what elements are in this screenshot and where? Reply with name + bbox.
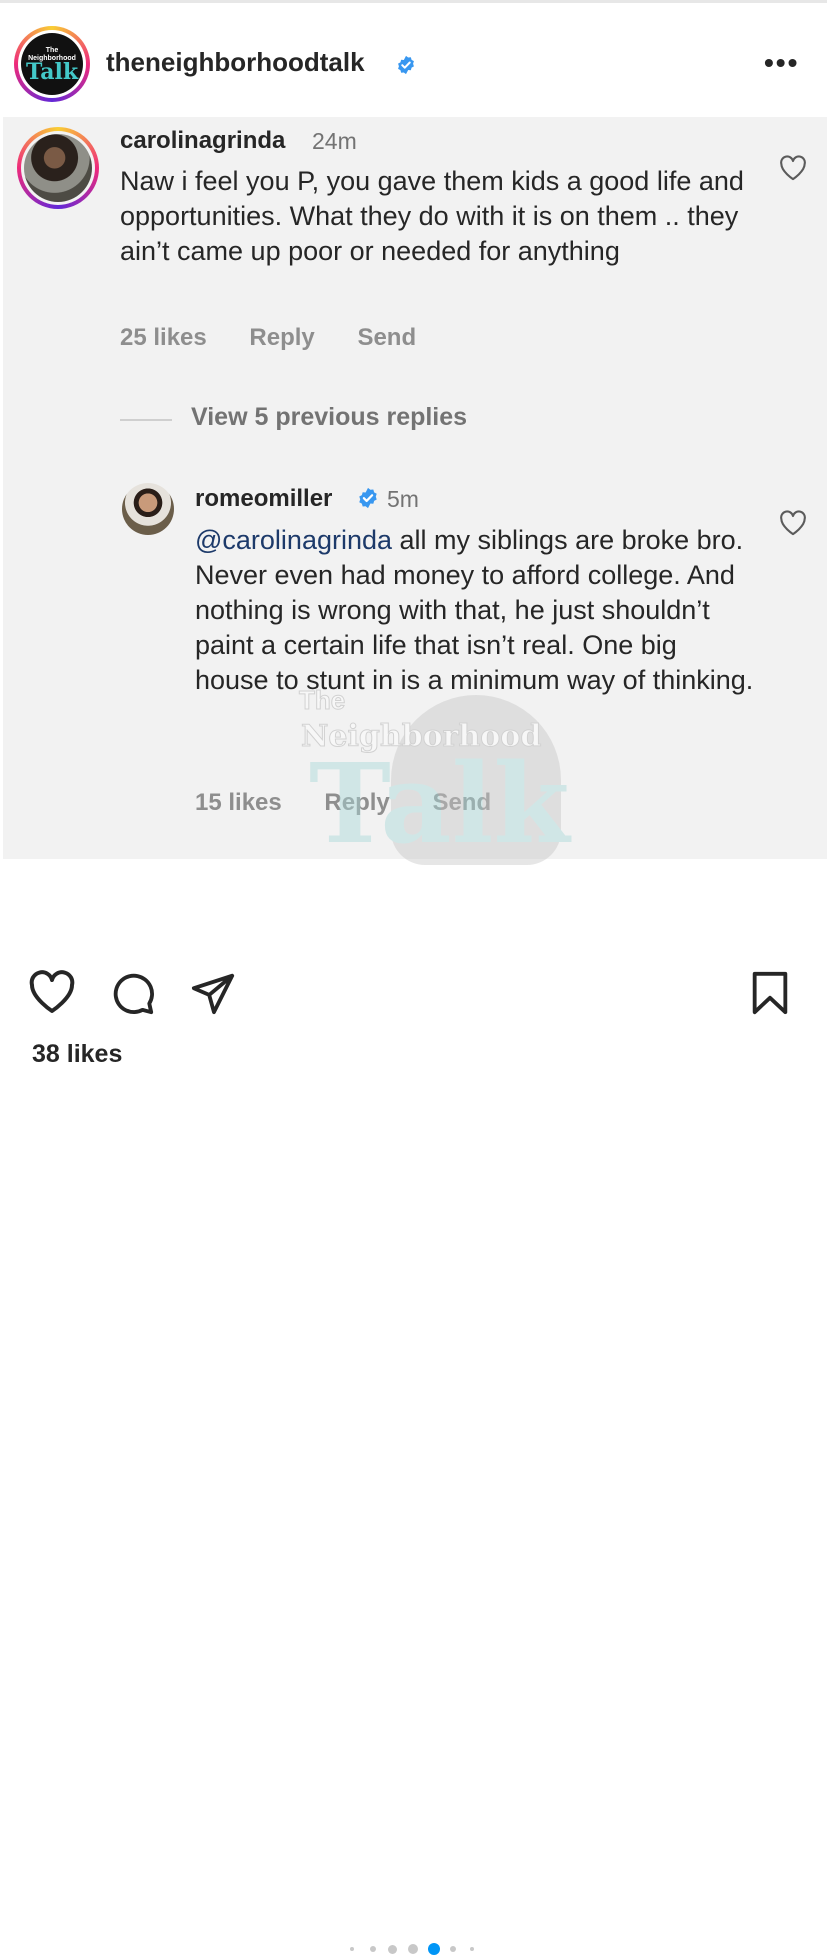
comment-text: Naw i feel you P, you gave them kids a g… (120, 166, 744, 266)
reply-verified-badge-icon (359, 487, 377, 509)
post-header: The Neighborhood Talk theneighborhoodtal… (0, 3, 827, 117)
comment-avatar[interactable] (17, 127, 99, 209)
comment-likes-count[interactable]: 25 likes (120, 324, 207, 351)
carousel-dot (350, 1947, 354, 1951)
reply-actions: 15 likes Reply Send (195, 789, 527, 817)
carousel-dot (428, 1943, 440, 1955)
comment-thread: carolinagrinda 24m Naw i feel you P, you… (3, 117, 827, 865)
comment-username[interactable]: carolinagrinda (120, 127, 285, 155)
reply-likes-count[interactable]: 15 likes (195, 789, 282, 816)
view-previous-replies-button[interactable]: View 5 previous replies (191, 403, 467, 432)
reply-reply-button[interactable]: Reply (324, 789, 389, 816)
reply-avatar[interactable] (122, 483, 174, 535)
comment-reply-button[interactable]: Reply (249, 324, 314, 351)
post-likes-count[interactable]: 38 likes (32, 1040, 122, 1069)
post-username[interactable]: theneighborhoodtalk (106, 47, 365, 78)
comment-timestamp: 24m (312, 128, 357, 154)
reply-mention-link[interactable]: @carolinagrinda (195, 525, 392, 555)
carousel-dot (370, 1946, 376, 1952)
reply-send-button[interactable]: Send (432, 789, 491, 816)
more-options-button[interactable]: ••• (764, 49, 799, 77)
brand-logo: The Neighborhood Talk (21, 33, 83, 95)
reply-timestamp: 5m (387, 486, 419, 512)
watermark-logo: The Neighborhood Talk (298, 685, 570, 868)
comment-bubble-icon[interactable] (110, 970, 156, 1016)
carousel-dot (470, 1947, 474, 1951)
carousel-dot (450, 1946, 456, 1952)
verified-badge-icon (398, 55, 414, 75)
carousel-dot (408, 1944, 418, 1954)
reply-text: @carolinagrinda all my siblings are brok… (195, 523, 755, 698)
view-replies-divider (120, 419, 172, 421)
comment-send-button[interactable]: Send (357, 324, 416, 351)
carousel-dot (388, 1944, 397, 1954)
bookmark-icon[interactable] (750, 970, 790, 1016)
like-heart-icon[interactable] (28, 970, 76, 1014)
post-action-bar (0, 960, 827, 1955)
share-send-icon[interactable] (190, 970, 236, 1016)
profile-avatar[interactable]: The Neighborhood Talk (14, 26, 90, 102)
comment-like-heart-icon[interactable] (779, 155, 807, 181)
comment-actions: 25 likes Reply Send (120, 324, 452, 352)
reply-username[interactable]: romeomiller (195, 485, 332, 513)
reply-like-heart-icon[interactable] (779, 510, 807, 536)
